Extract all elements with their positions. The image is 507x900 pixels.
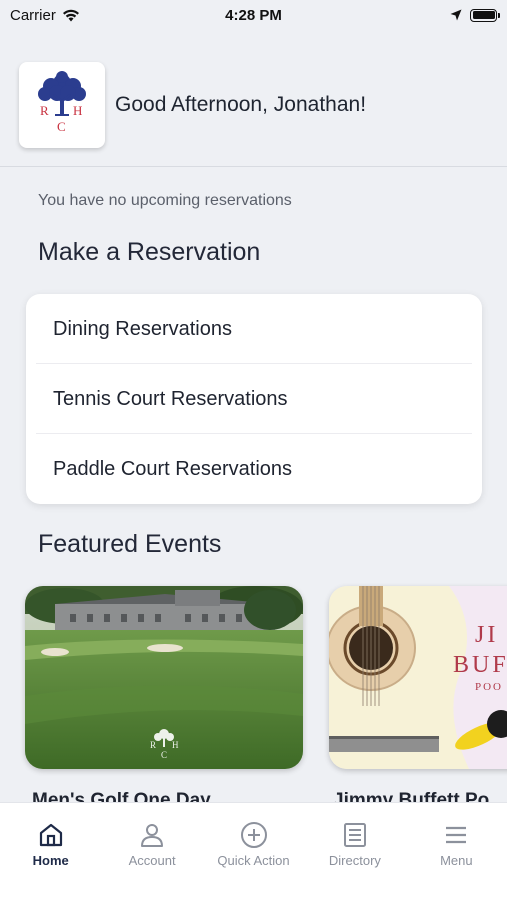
carrier-label: Carrier xyxy=(10,6,56,24)
header: R H C Good Afternoon, Jonathan! xyxy=(0,30,507,167)
no-reservations-message: You have no upcoming reservations xyxy=(38,192,292,209)
menu-icon xyxy=(446,826,467,844)
logo-letter-r: R xyxy=(40,103,49,118)
tab-menu-label: Menu xyxy=(440,853,473,868)
club-logo[interactable]: R H C xyxy=(19,62,105,148)
reservation-list: Dining Reservations Tennis Court Reserva… xyxy=(26,294,482,504)
watermark-letter-h: H xyxy=(172,740,179,750)
poster-text-line-3: POO xyxy=(475,681,503,693)
paddle-court-reservations-item[interactable]: Paddle Court Reservations xyxy=(26,434,482,504)
battery-icon xyxy=(470,8,500,22)
home-icon xyxy=(39,823,62,847)
make-reservation-heading: Make a Reservation xyxy=(38,238,261,266)
event-card-jimmy-buffett[interactable]: JI BUF POO xyxy=(329,586,507,769)
tab-account-label: Account xyxy=(128,853,176,868)
status-bar: Carrier 4:28 PM xyxy=(0,0,507,30)
tab-bar: Home Account Quick Action Directory Menu xyxy=(0,802,507,900)
wifi-icon xyxy=(62,9,79,21)
tab-quick-action-label: Quick Action xyxy=(217,853,290,868)
account-icon xyxy=(141,824,164,847)
watermark-letter-c: C xyxy=(161,750,167,760)
poster-text-line-1: JI xyxy=(475,622,498,648)
tab-home-label: Home xyxy=(32,853,69,868)
poster-text-line-2: BUF xyxy=(453,652,507,678)
tab-account[interactable]: Account xyxy=(101,803,202,900)
tennis-court-reservations-item[interactable]: Tennis Court Reservations xyxy=(26,364,482,434)
tab-directory[interactable]: Directory xyxy=(304,803,405,900)
greeting-text: Good Afternoon, Jonathan! xyxy=(115,93,367,116)
plus-circle-icon xyxy=(240,822,267,848)
logo-letter-h: H xyxy=(73,103,82,118)
tab-home[interactable]: Home xyxy=(0,803,101,900)
tab-quick-action[interactable]: Quick Action xyxy=(203,803,304,900)
dining-reservations-item[interactable]: Dining Reservations xyxy=(26,294,482,364)
event-card-golf[interactable]: R H C xyxy=(25,586,303,769)
watermark-letter-r: R xyxy=(150,740,156,750)
tab-menu[interactable]: Menu xyxy=(406,803,507,900)
tab-directory-label: Directory xyxy=(328,853,381,868)
directory-icon xyxy=(343,823,366,847)
guitar-poster-image: JI BUF POO xyxy=(329,586,507,769)
featured-events-heading: Featured Events xyxy=(38,530,222,558)
location-arrow-icon xyxy=(450,9,462,21)
logo-letter-c: C xyxy=(57,119,66,134)
golf-course-image: R H C xyxy=(25,586,303,769)
tree-logo-icon: R H C xyxy=(38,71,86,134)
